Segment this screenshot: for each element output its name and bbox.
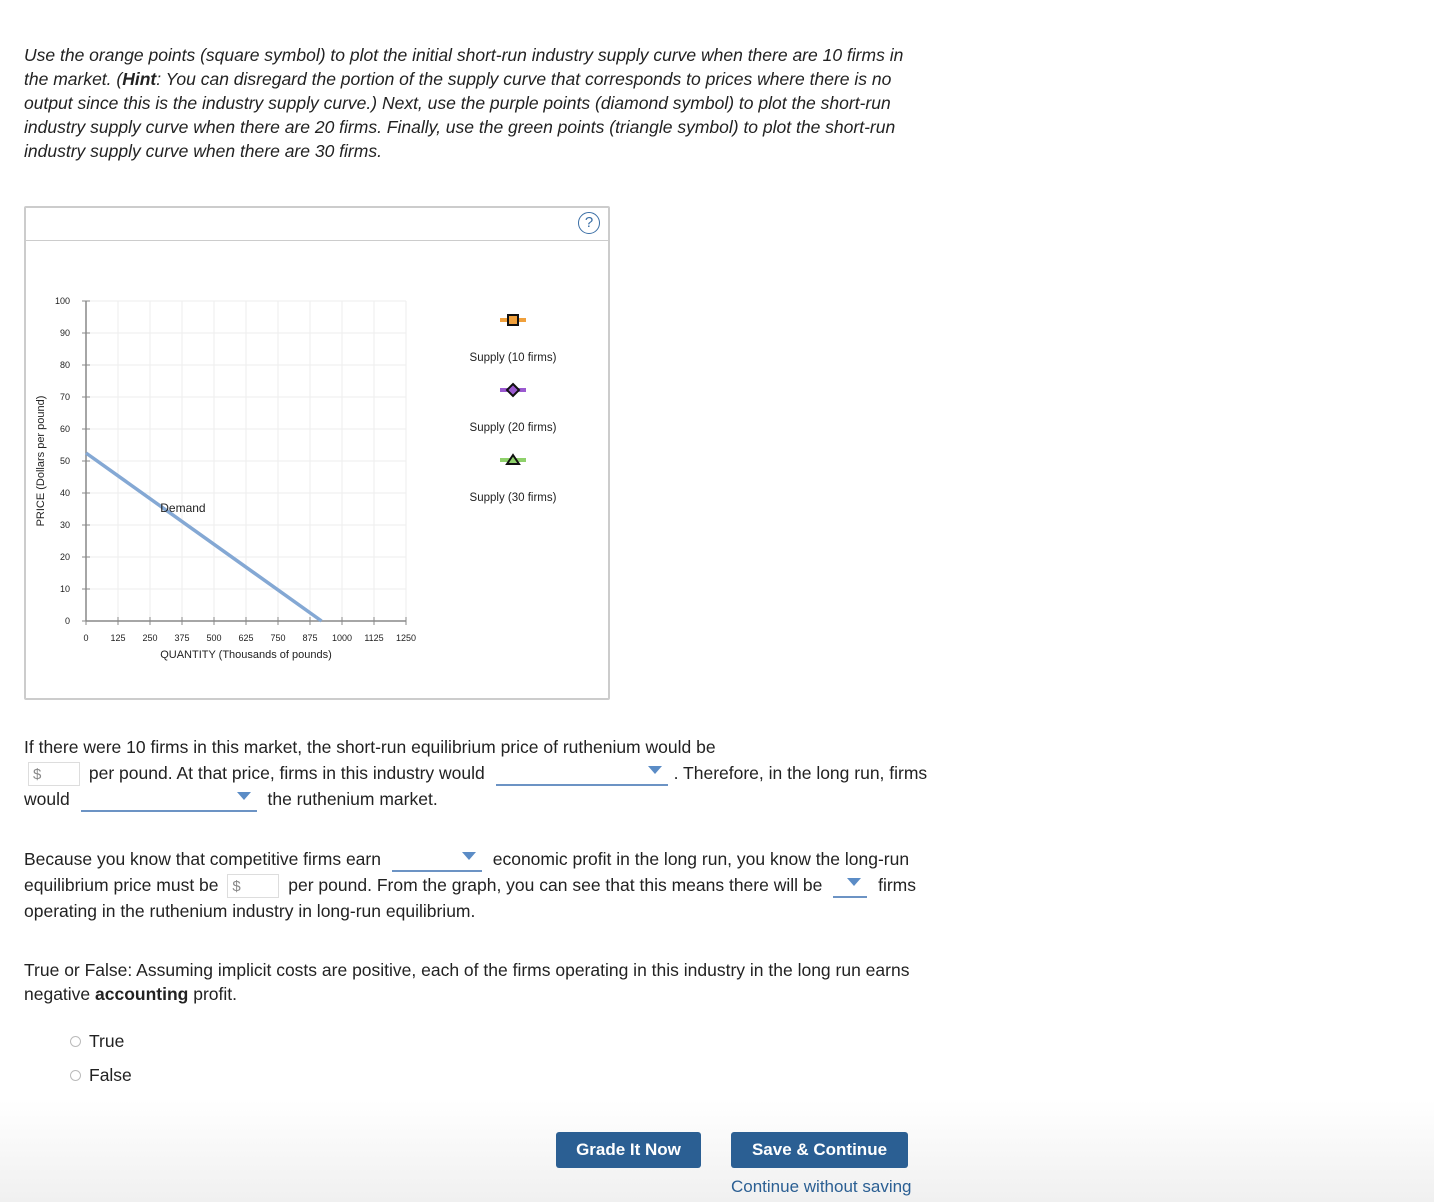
y-axis-label: PRICE (Dollars per pound) [35, 396, 47, 527]
demand-curve-label: Demand [160, 501, 205, 515]
economic-profit-dropdown[interactable] [391, 848, 482, 872]
x-tick-label: 625 [238, 633, 253, 643]
radio-circle[interactable] [70, 1070, 81, 1081]
x-tick-label: 1250 [396, 633, 416, 643]
instructions: Use the orange points (square symbol) to… [24, 45, 904, 161]
sr-price-input[interactable]: $ [28, 762, 80, 787]
x-axis-label: QUANTITY (Thousands of pounds) [160, 649, 332, 661]
lr-price-input[interactable]: $ [227, 874, 280, 899]
y-tick-label: 40 [60, 488, 70, 498]
question-3: True or False: Assuming implicit costs a… [24, 960, 910, 1004]
y-tick-label: 10 [60, 584, 70, 594]
firm-count-dropdown[interactable] [833, 874, 868, 899]
chevron-down-icon [461, 852, 476, 860]
y-tick-label: 80 [60, 360, 70, 370]
x-tick-label: 1000 [332, 633, 352, 643]
entry-exit-dropdown[interactable] [80, 788, 257, 813]
diamond-marker-icon [505, 382, 521, 398]
y-tick-label: 30 [60, 520, 70, 530]
x-tick-label: 250 [142, 633, 157, 643]
legend-label: Supply (30 firms) [470, 492, 557, 504]
legend-label: Supply (20 firms) [470, 422, 557, 434]
footer-bar [0, 1100, 1434, 1202]
radio-false[interactable]: False [70, 1065, 132, 1086]
save-continue-button[interactable]: Save & Continue [731, 1132, 908, 1168]
square-marker-icon [507, 314, 519, 326]
profit-status-dropdown[interactable] [495, 762, 668, 787]
continue-without-saving-link[interactable]: Continue without saving [731, 1177, 912, 1197]
x-tick-label: 750 [270, 633, 285, 643]
hint-label: Hint [122, 69, 157, 89]
question-2: Because you know that competitive firms … [24, 848, 916, 922]
x-tick-label: 125 [110, 633, 125, 643]
x-tick-label: 1125 [364, 633, 383, 643]
x-tick-label: 500 [206, 633, 221, 643]
y-tick-label: 0 [65, 616, 70, 626]
chevron-down-icon [847, 878, 862, 887]
y-tick-label: 70 [60, 392, 70, 402]
triangle-marker-icon [505, 453, 521, 465]
chevron-down-icon [647, 766, 662, 775]
y-tick-label: 20 [60, 552, 70, 562]
question-1: If there were 10 firms in this market, t… [24, 734, 934, 813]
y-tick-label: 60 [60, 424, 70, 434]
x-tick-label: 875 [302, 633, 317, 643]
x-tick-label: 375 [174, 633, 189, 643]
grade-it-now-button[interactable]: Grade It Now [556, 1132, 701, 1168]
supply-demand-chart[interactable]: 0 125 250 375 500 625 750 875 1000 1125 1250 0 10 20 3… [26, 208, 608, 698]
y-tick-label: 50 [60, 456, 70, 466]
y-tick-label: 90 [60, 328, 70, 338]
demand-curve [84, 451, 323, 623]
radio-true[interactable]: True [70, 1031, 124, 1052]
y-tick-label: 100 [55, 296, 70, 306]
radio-circle[interactable] [70, 1036, 81, 1047]
x-tick-label: 0 [83, 633, 88, 643]
graph-panel: ? 0 125 250 375 500 625 750 875 1000 1125 1250 0 10 2… [24, 206, 610, 700]
chevron-down-icon [236, 792, 251, 801]
legend-label: Supply (10 firms) [470, 352, 557, 364]
